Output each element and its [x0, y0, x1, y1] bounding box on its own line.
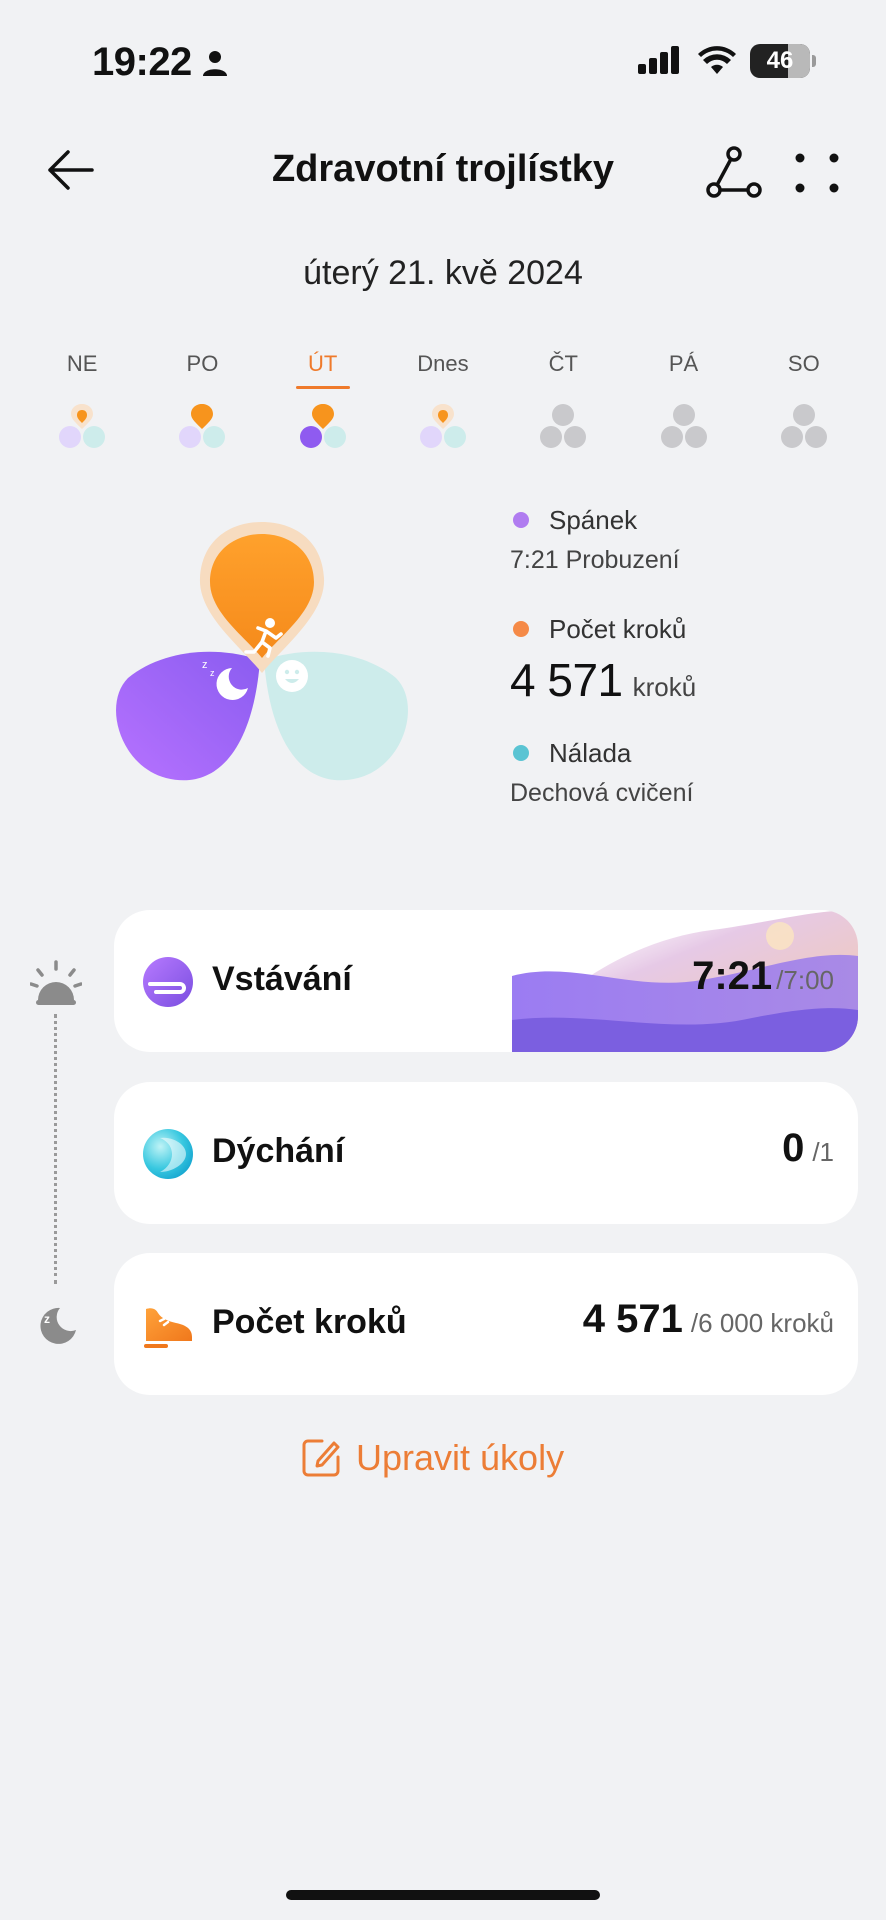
health-clover-chart: z z: [112, 520, 412, 800]
svg-text:z: z: [210, 668, 215, 678]
day-čt[interactable]: ČT: [503, 350, 623, 451]
day-label: ČT: [548, 351, 578, 376]
mini-clover-icon: [59, 404, 106, 448]
steps-dot: [513, 621, 529, 637]
edit-icon: [302, 1439, 340, 1477]
day-label: Dnes: [417, 351, 469, 376]
legend-sleep-value: 7:21 Probuzení: [510, 546, 680, 574]
day-so[interactable]: SO: [744, 350, 864, 451]
breathing-icon: [142, 1128, 194, 1180]
mood-dot: [513, 745, 529, 761]
day-label: ÚT: [308, 351, 338, 376]
mini-clover-icon: [660, 404, 707, 448]
home-indicator[interactable]: [286, 1890, 600, 1900]
svg-text:z: z: [202, 659, 208, 671]
wake-up-icon: [142, 956, 194, 1008]
day-label: SO: [787, 351, 820, 376]
sleep-dot: [513, 512, 529, 528]
mini-clover-icon: [540, 404, 587, 448]
svg-text:z: z: [44, 1312, 50, 1326]
day-ne[interactable]: NE: [22, 350, 142, 451]
smile-icon: [276, 660, 308, 692]
task-progress: 0 /1: [782, 1126, 834, 1171]
status-time: 19:22: [92, 40, 192, 84]
share-button[interactable]: [704, 146, 764, 202]
day-pá[interactable]: PÁ: [623, 350, 743, 451]
task-value: 4 571: [582, 1297, 683, 1341]
day-underline: [777, 386, 831, 389]
legend-steps-value: 4 571 kroků: [510, 653, 870, 707]
edit-tasks-label: Upravit úkoly: [356, 1437, 565, 1478]
wifi-icon: [698, 46, 736, 74]
legend-steps-label: Počet kroků: [549, 613, 687, 644]
day-underline: [175, 386, 229, 389]
status-indicators: 46: [638, 44, 816, 78]
task-value: 7:21: [692, 954, 773, 998]
day-underline: [295, 386, 350, 389]
task-card-wake-up[interactable]: Vstávání 7:21 /7:00: [114, 910, 858, 1052]
task-name: Vstávání: [212, 960, 352, 998]
mini-clover-icon: [419, 404, 466, 448]
legend-mood: Nálada: [510, 733, 870, 773]
timeline-line: [54, 1014, 57, 1284]
day-label: PO: [186, 351, 219, 376]
battery-level: 46: [766, 47, 794, 74]
battery-indicator: 46: [750, 44, 810, 78]
task-progress: 7:21 /7:00: [692, 954, 834, 999]
more-grid-icon: [795, 153, 839, 193]
day-underline: [55, 386, 109, 389]
legend-sleep-label: Spánek: [549, 504, 638, 535]
day-label: NE: [66, 351, 98, 376]
mini-clover-icon: [780, 404, 827, 448]
day-po[interactable]: PO: [142, 350, 262, 451]
more-options-button[interactable]: [790, 148, 846, 200]
legend-mood-value: Dechová cvičení: [510, 779, 694, 807]
day-underline: [416, 386, 470, 389]
cellular-signal-icon: [638, 46, 679, 74]
day-dnes[interactable]: Dnes: [383, 350, 503, 451]
mini-clover-icon: [179, 404, 226, 448]
moon-timeline-icon: z: [38, 1306, 78, 1351]
task-name: Počet kroků: [212, 1303, 407, 1341]
mini-clover-icon: [299, 404, 346, 448]
current-date: úterý 21. kvě 2024: [303, 254, 583, 292]
sunrise-alarm-icon: [29, 960, 83, 1013]
edit-tasks-button[interactable]: Upravit úkoly: [300, 1430, 564, 1486]
task-goal: /7:00: [776, 965, 834, 995]
task-card-steps[interactable]: Počet kroků 4 571 /6 000 kroků: [114, 1253, 858, 1395]
task-goal: /1: [812, 1137, 834, 1167]
steps-count: 4 571: [510, 654, 623, 706]
person-icon: [202, 50, 228, 81]
clover-legend: Spánek 7:21 Probuzení Počet kroků 4 571 …: [510, 500, 870, 808]
day-label: PÁ: [668, 351, 699, 376]
steps-unit: kroků: [632, 672, 697, 702]
sneaker-icon: [142, 1299, 194, 1351]
task-card-breathing[interactable]: Dýchání 0 /1: [114, 1082, 858, 1224]
task-goal: /6 000 kroků: [690, 1308, 834, 1338]
legend-sleep: Spánek: [510, 500, 870, 540]
sleep-leaf: [116, 651, 260, 781]
task-progress: 4 571 /6 000 kroků: [583, 1297, 834, 1342]
legend-steps: Počet kroků: [510, 609, 870, 649]
share-icon: [706, 146, 762, 198]
legend-mood-label: Nálada: [549, 737, 632, 768]
day-út[interactable]: ÚT: [263, 350, 383, 451]
task-name: Dýchání: [212, 1132, 345, 1170]
week-selector: NE PO ÚT Dnes ČT PÁ SO: [22, 350, 864, 451]
task-value: 0: [782, 1126, 805, 1170]
day-underline: [536, 386, 590, 389]
day-underline: [657, 386, 711, 389]
